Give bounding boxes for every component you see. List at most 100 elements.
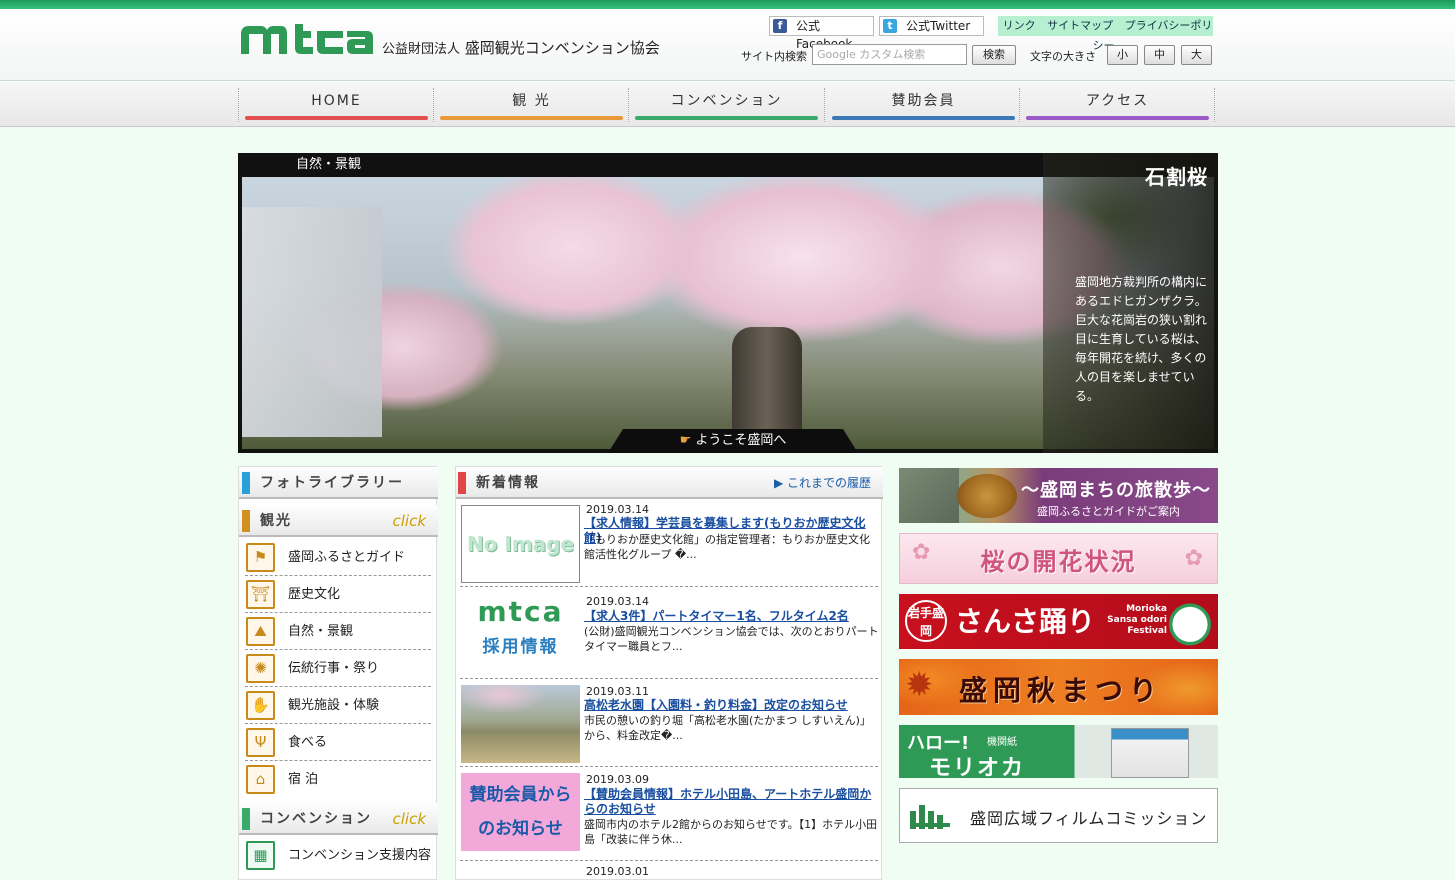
hello-morioka-banner[interactable]: ハロー! 機関紙 モリオカ	[899, 725, 1218, 778]
nav-divider	[1214, 88, 1215, 122]
nav-access[interactable]: アクセス	[1020, 86, 1215, 122]
utility-links: リンク サイトマップ プライバシーポリシー	[998, 16, 1213, 52]
photo-library-marker	[242, 472, 250, 494]
sidebar-item-label: 宿 泊	[288, 772, 319, 787]
aki-matsuri-banner[interactable]: ✹ 盛岡秋まつり	[899, 659, 1218, 715]
tourism-title: 観光	[260, 513, 292, 529]
nav-tourism-label: 観 光	[512, 93, 551, 109]
sakura-left-icon: ✿	[912, 540, 931, 565]
sakura-right-icon: ✿	[1184, 546, 1203, 571]
sansa-odori-english: Morioka Sansa odori Festival	[1107, 604, 1167, 636]
news-item[interactable]: 賛助会員からのお知らせ 2019.03.09 【賛助会員情報】ホテル小田島、アー…	[460, 769, 878, 861]
convention-section-header[interactable]: コンベンション click	[239, 803, 438, 835]
text-size-small-button[interactable]: 小	[1107, 45, 1138, 65]
no-image-thumbnail: No Image	[461, 505, 580, 583]
sidebar-item-convention-support[interactable]: ▦ コンベンション支援内容	[245, 837, 431, 874]
news-item[interactable]: 2019.03.01	[460, 863, 878, 880]
text-size-large-button[interactable]: 大	[1181, 45, 1212, 65]
magazine-thumbnail	[1111, 728, 1189, 778]
sansa-odori-banner[interactable]: 岩手盛岡 さんさ踊り Morioka Sansa odori Festival	[899, 594, 1218, 649]
guide-icon: ⚑	[246, 543, 275, 572]
nav-tourism[interactable]: 観 光	[434, 86, 629, 122]
nav-home[interactable]: HOME	[239, 86, 434, 122]
nav-divider	[824, 88, 825, 122]
park-photo-thumbnail	[461, 685, 580, 763]
iwate-morioka-label: 岩手盛岡	[907, 606, 944, 638]
photo-library-label: フォトライブラリー	[260, 475, 404, 491]
photo-library-link[interactable]: フォトライブラリー	[239, 467, 438, 499]
org-name: 公益財団法人 盛岡観光コンベンション協会	[382, 37, 660, 58]
nav-members-bar	[832, 116, 1015, 120]
twitter-icon: t	[883, 19, 897, 33]
machi-tabi-title: 〜盛岡まちの旅散歩〜	[1021, 480, 1211, 501]
film-commission-logo	[910, 803, 954, 829]
machi-tabi-banner[interactable]: 〜盛岡まちの旅散歩〜 盛岡ふるさとガイドがご案内	[899, 468, 1218, 523]
sidebar-item-facilities[interactable]: ✋ 観光施設・体験	[245, 687, 431, 724]
film-commission-logo-icon	[910, 805, 950, 829]
hero-title: 石割桜	[1145, 165, 1208, 189]
text-size-medium-button[interactable]: 中	[1144, 45, 1175, 65]
maple-leaf-icon: ✹	[905, 665, 934, 705]
sansa-odori-title: さんさ踊り	[955, 605, 1096, 638]
kikanshi-label: 機関紙	[987, 737, 1017, 748]
castle-icon: ⛩	[246, 580, 275, 609]
twitter-link[interactable]: t 公式Twitter	[879, 16, 984, 36]
facebook-link[interactable]: f 公式Facebook	[769, 16, 874, 51]
convention-icon: ▦	[246, 841, 275, 870]
convention-click: click	[392, 810, 426, 828]
iwate-morioka-badge: 岩手盛岡	[905, 600, 947, 642]
sidebar-item-food[interactable]: Ψ 食べる	[245, 724, 431, 761]
mascot-icon	[1168, 598, 1212, 646]
nav-access-label: アクセス	[1085, 93, 1150, 109]
text-size-label: 文字の大きさ	[1030, 50, 1096, 63]
sidebar-item-label: コンベンション支援内容	[288, 848, 432, 863]
film-commission-banner[interactable]: 盛岡広域フィルムコミッション	[899, 788, 1218, 843]
news-panel: 新着情報 ▶ これまでの履歴 No Image 2019.03.14 【求人情報…	[455, 466, 883, 880]
hand-pointer-icon: ☛	[679, 433, 696, 448]
film-commission-label: 盛岡広域フィルムコミッション	[970, 809, 1208, 828]
member-news-label: 賛助会員からのお知らせ	[469, 785, 572, 839]
news-title-link[interactable]: 【求人3件】パートタイマー1名、フルタイム2名	[584, 609, 880, 624]
sidebar-item-festivals[interactable]: ✺ 伝統行事・祭り	[245, 650, 431, 687]
news-history-link[interactable]: ▶ これまでの履歴	[774, 467, 871, 499]
news-title-link[interactable]: 高松老水園【入園料・釣り料金】改定のお知らせ	[584, 698, 880, 713]
sakura-status-banner[interactable]: ✿ 桜の開花状況 ✿	[899, 533, 1218, 584]
mtca-logo[interactable]	[239, 22, 374, 56]
search-input[interactable]: Google カスタム検索	[812, 44, 967, 65]
hotel-icon: ⌂	[246, 765, 275, 794]
sidebar-item-lodging[interactable]: ⌂ 宿 泊	[245, 761, 431, 798]
recruit-logo: mtca	[477, 595, 564, 628]
tourism-click: click	[392, 512, 426, 530]
search-label: サイト内検索	[741, 50, 807, 63]
tourism-marker	[242, 510, 250, 532]
nav-access-bar	[1026, 116, 1209, 120]
sidebar-item-nature[interactable]: ⛰ 自然・景観	[245, 613, 431, 650]
recruit-label: 採用情報	[482, 637, 559, 657]
news-item[interactable]: No Image 2019.03.14 【求人情報】学芸員を募集します(もりおか…	[460, 503, 878, 587]
welcome-label: ようこそ盛岡へ	[695, 433, 787, 448]
nav-members[interactable]: 賛助会員	[826, 86, 1021, 122]
news-item[interactable]: 2019.03.11 高松老水園【入園料・釣り料金】改定のお知らせ 市民の憩いの…	[460, 681, 878, 767]
search-button[interactable]: 検索	[972, 45, 1016, 65]
mountain-icon: ⛰	[246, 617, 275, 646]
sidebar-item-history[interactable]: ⛩ 歴史文化	[245, 576, 431, 613]
welcome-link[interactable]: ☛ ようこそ盛岡へ	[608, 429, 858, 453]
link-links[interactable]: リンク	[1003, 19, 1036, 32]
sidebar-item-guide[interactable]: ⚑ 盛岡ふるさとガイド	[245, 539, 431, 576]
news-title-link[interactable]: 【賛助会員情報】ホテル小田島、アートホテル盛岡からのお知らせ	[584, 787, 880, 817]
news-date: 2019.03.14	[586, 503, 649, 516]
nav-tourism-bar	[440, 116, 623, 120]
news-date: 2019.03.09	[586, 773, 649, 786]
machi-tabi-subtitle: 盛岡ふるさとガイドがご案内	[1037, 505, 1180, 518]
top-accent-bar	[0, 0, 1455, 9]
nav-convention[interactable]: コンベンション	[629, 86, 824, 122]
link-sitemap[interactable]: サイトマップ	[1047, 19, 1113, 32]
facebook-icon: f	[773, 19, 787, 33]
aki-matsuri-title: 盛岡秋まつり	[959, 674, 1164, 707]
news-item[interactable]: mtca 採用情報 2019.03.14 【求人3件】パートタイマー1名、フルタ…	[460, 589, 880, 679]
sakura-status-label: 桜の開花状況	[980, 548, 1137, 576]
org-title: 盛岡観光コンベンション協会	[464, 39, 660, 57]
tourism-section-header[interactable]: 観光 click	[239, 505, 438, 537]
hero-slideshow[interactable]: 自然・景観 石割桜 盛岡地方裁判所の構内にあるエドヒガンザクラ。巨大な花崗岩の狭…	[238, 153, 1218, 453]
sidebar-item-label: 観光施設・体験	[288, 698, 380, 713]
